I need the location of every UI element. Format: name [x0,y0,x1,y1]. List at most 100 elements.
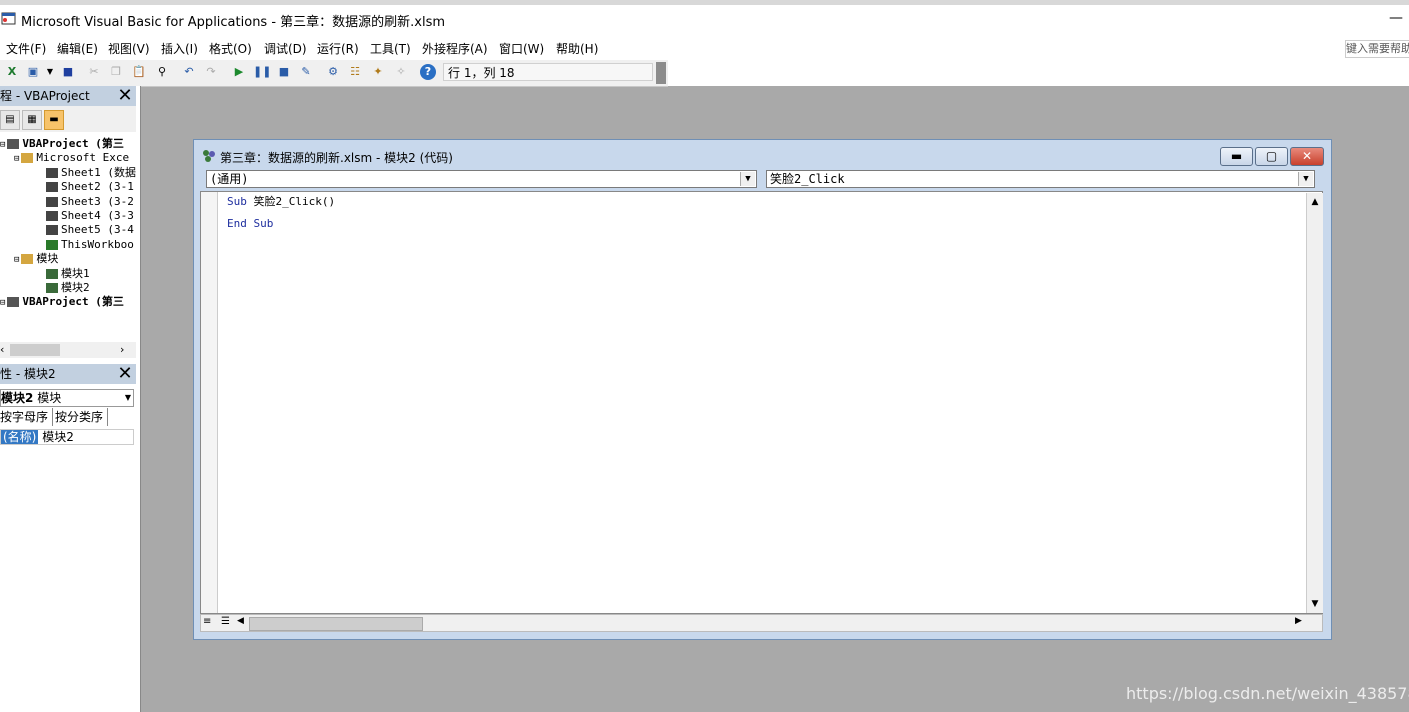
property-value[interactable]: 模块2 [42,430,74,444]
properties-pane-title: 属性 - 模块2 [0,367,56,381]
copy-icon[interactable]: ❐ [108,64,124,80]
tree-item[interactable]: ⊟ VBAProject (第三 [0,137,124,151]
design-mode-icon[interactable]: ✎ [298,64,314,80]
chevron-down-icon[interactable]: ▼ [740,172,755,186]
chevron-down-icon[interactable]: ▼ [42,64,58,80]
project-icon [7,297,20,308]
view-code-icon[interactable]: ▤ [0,110,20,130]
project-pane-close-icon[interactable]: ✕ [116,87,134,105]
code-line[interactable]: Sub 笑脸2_Click() [227,193,335,209]
scroll-down-icon[interactable]: ▼ [1307,597,1323,611]
project-pane-title: 工程 - VBAProject [0,89,90,103]
scroll-right-icon[interactable]: ▶ [1295,616,1302,626]
tree-item[interactable]: Sheet5 (3-4 [46,223,134,237]
insert-userform-icon[interactable]: ▣ [25,64,41,80]
code-horizontal-scrollbar[interactable]: ≡ ☰ ◀ ▶ [200,614,1323,632]
find-icon[interactable]: ⚲ [154,64,170,80]
tree-item[interactable]: Sheet1 (数据 [46,166,136,180]
scroll-left-icon[interactable]: ◀ [237,616,244,626]
tree-item-label: Microsoft Exce [36,151,130,165]
tree-item-label: Sheet4 (3-3 [61,209,134,222]
undo-icon[interactable]: ↶ [181,64,197,80]
tree-item-label: Sheet2 (3-1 [61,180,134,194]
code-editor[interactable] [200,191,1323,614]
view-object-icon[interactable]: ▦ [22,110,42,130]
redo-icon[interactable]: ↷ [203,64,219,80]
module-icon [46,268,58,279]
procedure-view-icon[interactable]: ≡ [203,616,211,627]
project-tree-horizontal-scrollbar[interactable]: ‹ › [0,342,136,358]
menu-edit[interactable]: 编辑(E) [57,40,98,57]
menu-file[interactable]: 文件(F) [6,40,46,57]
expand-toggle-icon[interactable]: ⊟ [0,298,5,308]
tree-item[interactable]: ⊟ 模块 [14,252,58,266]
tab-alphabetic[interactable]: 按字母序 [0,408,54,426]
save-icon[interactable]: ■ [60,64,76,80]
expand-toggle-icon[interactable]: ⊟ [14,255,19,265]
properties-pane-header: 属性 - 模块2 ✕ [0,364,136,384]
tree-item[interactable]: Sheet4 (3-3 [46,209,134,223]
workbook-icon [46,239,58,250]
code-margin-indicator-bar[interactable] [201,192,218,613]
menu-debug[interactable]: 调试(D) [264,40,307,57]
menu-addins[interactable]: 外接程序(A) [422,40,488,57]
menu-view[interactable]: 视图(V) [108,40,150,57]
run-icon[interactable]: ▶ [231,64,247,80]
scroll-up-icon[interactable]: ▲ [1307,195,1323,209]
folder-icon [21,254,34,265]
tree-item-label: Sheet1 (数据 [61,165,136,179]
help-search-input[interactable]: 键入需要帮助 [1345,40,1409,58]
stop-icon[interactable]: ■ [276,64,292,80]
toolbar-options-grip[interactable] [656,62,666,84]
expand-toggle-icon[interactable]: ⊟ [0,140,5,150]
menu-run[interactable]: 运行(R) [317,40,359,57]
tree-item[interactable]: ⊟ VBAProject (第三 [0,295,124,309]
expand-toggle-icon[interactable]: ⊟ [14,154,19,164]
sheet-icon [46,196,58,207]
project-icon [7,139,20,149]
tree-item[interactable]: Sheet3 (3-2 [46,195,134,209]
object-combo[interactable]: (通用) ▼ [206,170,757,188]
tree-item[interactable]: 模块2 [46,281,90,295]
properties-window-icon[interactable]: ☷ [347,64,363,80]
scroll-thumb[interactable] [249,617,423,631]
cut-icon[interactable]: ✂ [86,64,102,80]
toggle-folders-icon[interactable]: ▬ [44,110,64,130]
code-restore-button[interactable]: ▢ [1255,147,1288,166]
code-vertical-scrollbar[interactable]: ▲ ▼ [1306,193,1323,613]
property-row-name[interactable]: (名称) 模块2 [0,429,134,445]
code-line[interactable]: End Sub [227,217,273,230]
chevron-down-icon[interactable]: ▼ [1298,172,1313,186]
procedure-combo[interactable]: 笑脸2_Click ▼ [766,170,1315,188]
minimize-button[interactable]: — [1386,8,1406,28]
object-browser-icon[interactable]: ✦ [370,64,386,80]
code-minimize-button[interactable]: ▬ [1220,147,1253,166]
pause-icon[interactable]: ❚❚ [253,64,271,80]
properties-object-select[interactable]: 模块2 模块 ▼ [0,389,134,407]
tab-categorized[interactable]: 按分类序 [55,408,109,426]
code-close-button[interactable]: ✕ [1290,147,1324,166]
help-icon[interactable]: ? [420,64,436,80]
tree-item[interactable]: ⊟ Microsoft Exce [14,151,129,165]
full-module-view-icon[interactable]: ☰ [221,616,230,627]
menu-tools[interactable]: 工具(T) [370,40,411,57]
scroll-right-icon[interactable]: › [120,343,124,356]
toolbox-icon[interactable]: ✧ [393,64,409,80]
paste-icon[interactable]: 📋 [131,64,147,80]
tree-item[interactable]: Sheet2 (3-1 [46,180,134,194]
scroll-left-icon[interactable]: ‹ [0,343,4,356]
project-explorer-icon[interactable]: ⚙ [325,64,341,80]
tree-item[interactable]: 模块1 [46,267,90,281]
code-keyword: Sub [227,195,247,208]
menu-format[interactable]: 格式(O) [209,40,252,57]
excel-icon[interactable]: X [4,64,20,80]
menu-help[interactable]: 帮助(H) [556,40,598,57]
chevron-down-icon[interactable]: ▼ [125,390,131,406]
menu-window[interactable]: 窗口(W) [499,40,544,57]
cursor-position-indicator: 行 1，列 18 [443,63,653,81]
menu-insert[interactable]: 插入(I) [161,40,198,57]
tree-item-label: 模块1 [61,266,90,280]
scroll-thumb[interactable] [10,344,60,356]
tree-item[interactable]: ThisWorkboo [46,238,134,252]
properties-pane-close-icon[interactable]: ✕ [116,365,134,383]
